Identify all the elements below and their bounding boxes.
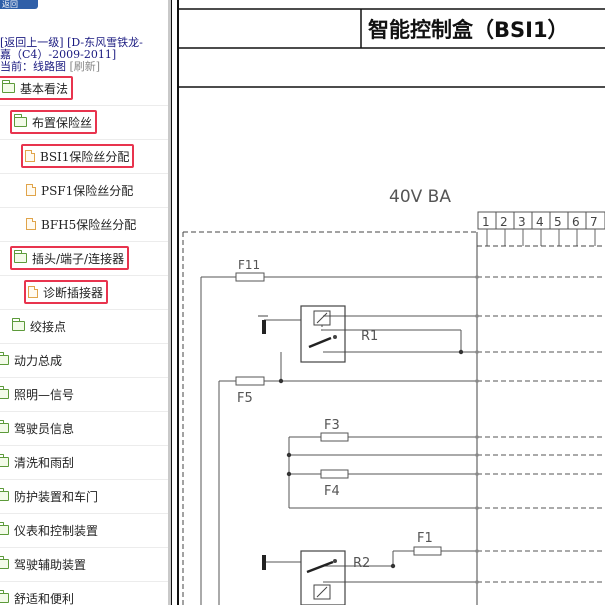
tree-item-lighting[interactable]: 照明—信号 xyxy=(0,378,168,412)
tree-item-label: 仪表和控制装置 xyxy=(14,523,99,538)
tree-node[interactable]: 清洗和雨刮 xyxy=(0,452,74,472)
document-icon xyxy=(25,150,35,162)
back-button[interactable]: 返回 xyxy=(0,0,38,9)
tree-item-fuse-layout[interactable]: 布置保险丝 xyxy=(0,106,168,140)
tree-item-label: BFH5保险丝分配 xyxy=(41,217,137,232)
tree-item-label: 诊断插接器 xyxy=(43,285,104,300)
tree-node[interactable]: 插头/端子/连接器 xyxy=(10,246,130,270)
pin-label: 2 xyxy=(500,215,508,229)
pin-label: 4 xyxy=(536,215,544,229)
tree-item-powertrain[interactable]: 动力总成 xyxy=(0,344,168,378)
supply-label: 40V BA xyxy=(389,187,451,207)
folder-open-icon xyxy=(14,250,27,263)
tree-item-comfort[interactable]: 舒适和便利 xyxy=(0,582,168,605)
tree-item-label: 驾驶员信息 xyxy=(14,421,75,436)
document-icon xyxy=(26,184,36,196)
sidebar: 返回 [返回上一级] [D-东风雪铁龙- 嘉（C4）-2009-2011] 当前… xyxy=(0,0,168,605)
tree-node[interactable]: 驾驶辅助装置 xyxy=(0,554,86,574)
tree-node[interactable]: 动力总成 xyxy=(0,350,62,370)
tree-item-driving-assist[interactable]: 驾驶辅助装置 xyxy=(0,548,168,582)
folder-icon xyxy=(0,522,9,535)
pin-label: 5 xyxy=(554,215,562,229)
tree-item-label: 基本看法 xyxy=(20,81,69,96)
folder-open-icon xyxy=(2,80,15,93)
tree-item-label: 清洗和雨刮 xyxy=(14,455,75,470)
fuse-label: F11 xyxy=(238,258,260,272)
tree-item-label: PSF1保险丝分配 xyxy=(41,183,134,198)
folder-open-icon xyxy=(12,318,25,331)
tree-item-splice-points[interactable]: 绞接点 xyxy=(0,310,168,344)
relay-label: R1 xyxy=(361,329,378,344)
tree-item-label: 布置保险丝 xyxy=(32,115,93,130)
tree-node[interactable]: BSI1保险丝分配 xyxy=(21,144,135,168)
fuse-label: F5 xyxy=(237,391,253,406)
fuse-label: F1 xyxy=(417,531,433,546)
fuse-label: F3 xyxy=(324,418,340,433)
tree-item-instruments[interactable]: 仪表和控制装置 xyxy=(0,514,168,548)
document-icon xyxy=(28,286,38,298)
tree-item-label: 照明—信号 xyxy=(14,387,75,402)
tree-item-bfh5[interactable]: BFH5保险丝分配 xyxy=(0,208,168,242)
folder-icon xyxy=(0,488,9,501)
pin-label: 7 xyxy=(590,215,598,229)
tree-node[interactable]: 舒适和便利 xyxy=(0,588,74,605)
tree-node[interactable]: 防护装置和车门 xyxy=(0,486,98,506)
fuse-f11: F11 xyxy=(235,258,265,282)
tree-node[interactable]: 驾驶员信息 xyxy=(0,418,74,438)
tree-item-connectors[interactable]: 插头/端子/连接器 xyxy=(0,242,168,276)
tree-node[interactable]: BFH5保险丝分配 xyxy=(26,214,136,234)
pin-label: 3 xyxy=(518,215,526,229)
tree-item-label: BSI1保险丝分配 xyxy=(40,149,130,164)
fuse-label: F4 xyxy=(324,484,340,499)
tree-node[interactable]: 照明—信号 xyxy=(0,384,74,404)
relay-label: R2 xyxy=(353,556,370,571)
folder-icon xyxy=(0,556,9,569)
tree-item-driver-info[interactable]: 驾驶员信息 xyxy=(0,412,168,446)
tree-item-bsi1[interactable]: BSI1保险丝分配 xyxy=(0,140,168,174)
tree-node[interactable]: 绞接点 xyxy=(12,316,66,336)
tree-node[interactable]: 布置保险丝 xyxy=(10,110,98,134)
folder-icon xyxy=(0,590,9,603)
pin-label: 1 xyxy=(482,215,490,229)
folder-icon xyxy=(0,386,9,399)
tree-item-wipers[interactable]: 清洗和雨刮 xyxy=(0,446,168,480)
tree-node[interactable]: 仪表和控制装置 xyxy=(0,520,98,540)
document-icon xyxy=(26,218,36,230)
tree-item-label: 动力总成 xyxy=(14,353,63,368)
tree-node[interactable]: 基本看法 xyxy=(0,76,74,100)
tree-node[interactable]: 诊断插接器 xyxy=(24,280,109,304)
tree-item-psf1[interactable]: PSF1保险丝分配 xyxy=(0,174,168,208)
tree-item-basic-view[interactable]: 基本看法 xyxy=(0,72,168,106)
folder-icon xyxy=(0,420,9,433)
folder-icon xyxy=(0,454,9,467)
tree-item-label: 舒适和便利 xyxy=(14,591,75,605)
folder-icon xyxy=(0,352,9,365)
tree-item-label: 绞接点 xyxy=(30,319,67,334)
tree-item-diagnostic-connector[interactable]: 诊断插接器 xyxy=(0,276,168,310)
diagram-title: 智能控制盒（BSI1） xyxy=(368,18,569,42)
tree-node[interactable]: PSF1保险丝分配 xyxy=(26,180,133,200)
pin-label: 6 xyxy=(572,215,580,229)
wiring-diagram: 智能控制盒（BSI1） 40V BA 1 2 3 4 5 6 7 F11 F5 … xyxy=(171,0,605,605)
folder-open-icon xyxy=(14,114,27,127)
tree-item-doors[interactable]: 防护装置和车门 xyxy=(0,480,168,514)
tree-item-label: 防护装置和车门 xyxy=(14,489,99,504)
tree-item-label: 驾驶辅助装置 xyxy=(14,557,87,572)
tree-item-label: 插头/端子/连接器 xyxy=(32,251,125,266)
